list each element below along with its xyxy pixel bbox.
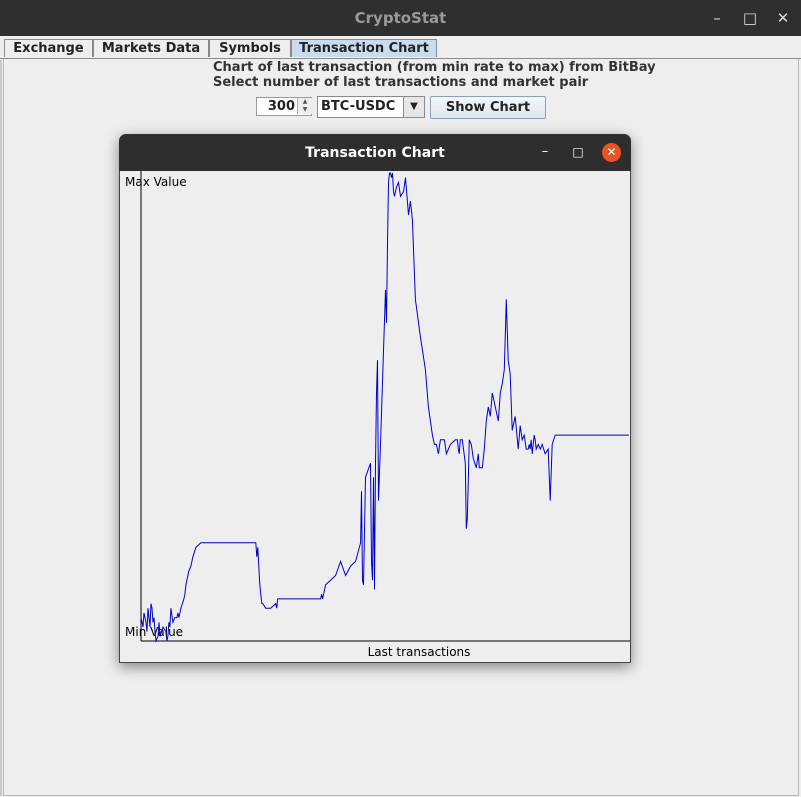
x-axis-label: Last transactions	[368, 645, 471, 659]
y-max-label: Max Value	[125, 175, 187, 189]
app-titlebar: CryptoStat – □ ✕	[0, 0, 801, 36]
tab-transaction-chart[interactable]: Transaction Chart	[291, 39, 437, 57]
transaction-chart-window: Transaction Chart – □ ✕ Max Value Min Va…	[119, 134, 631, 663]
chart-window-minimize-button[interactable]: –	[537, 134, 553, 171]
chart-instructions: Select number of last transactions and m…	[213, 75, 589, 90]
show-chart-button[interactable]: Show Chart	[430, 96, 546, 119]
dropdown-arrow-icon[interactable]: ▼	[403, 97, 424, 117]
minimize-button[interactable]: –	[704, 0, 730, 36]
tab-markets-data[interactable]: Markets Data	[93, 39, 209, 57]
app-title: CryptoStat	[354, 9, 447, 27]
market-pair-value: BTC-USDC	[321, 99, 396, 114]
chart-window-title: Transaction Chart	[305, 145, 445, 161]
transaction-count-value[interactable]: 300	[257, 98, 295, 115]
chart-window-close-button[interactable]: ✕	[602, 143, 621, 162]
tab-strip: Exchange Markets Data Symbols Transactio…	[0, 36, 801, 59]
chart-description: Chart of last transaction (from min rate…	[213, 60, 656, 75]
tab-exchange[interactable]: Exchange	[4, 39, 93, 57]
market-pair-select[interactable]: BTC-USDC ▼	[317, 96, 425, 118]
close-button[interactable]: ✕	[770, 0, 796, 36]
chart-window-maximize-button[interactable]: □	[570, 134, 586, 171]
panel-left-edge	[0, 60, 2, 796]
maximize-button[interactable]: □	[737, 0, 763, 36]
chart-plot-area: Max Value Min Value Last transactions	[119, 171, 631, 663]
spinner-down-icon[interactable]: ▼	[297, 106, 312, 114]
price-series	[140, 172, 629, 643]
tab-symbols[interactable]: Symbols	[209, 39, 291, 57]
chart-window-titlebar: Transaction Chart – □ ✕	[119, 134, 631, 171]
y-min-label: Min Value	[125, 625, 183, 639]
transaction-count-spinner[interactable]: 300 ▲ ▼	[256, 97, 312, 116]
price-line	[140, 172, 629, 643]
chart-svg: Max Value Min Value Last transactions	[125, 171, 630, 659]
